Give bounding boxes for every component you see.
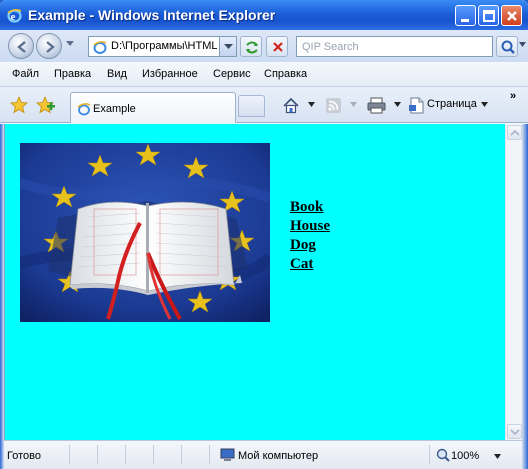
minimize-button[interactable] xyxy=(455,5,476,26)
tab-example[interactable]: Example xyxy=(70,92,236,123)
scroll-down-button[interactable] xyxy=(507,424,522,439)
menu-view[interactable]: Вид xyxy=(107,68,127,80)
link-book[interactable]: Book xyxy=(290,198,330,217)
zoom-icon[interactable] xyxy=(436,448,450,462)
print-dropdown[interactable] xyxy=(394,102,401,108)
page-icon[interactable] xyxy=(408,97,425,114)
window-frame-right xyxy=(522,124,528,469)
status-divider xyxy=(429,445,430,464)
home-icon[interactable] xyxy=(282,97,300,114)
browser-window: e Example - Windows Internet Explorer D:… xyxy=(0,0,528,469)
new-tab-button[interactable] xyxy=(238,95,265,117)
menu-favorites[interactable]: Избранное xyxy=(142,68,198,80)
print-icon[interactable] xyxy=(367,97,386,114)
link-list: Book House Dog Cat xyxy=(290,198,330,274)
status-divider xyxy=(97,445,98,464)
title-bar: e Example - Windows Internet Explorer xyxy=(0,0,528,30)
search-icon xyxy=(501,40,515,54)
search-input[interactable] xyxy=(297,37,492,56)
refresh-button[interactable] xyxy=(240,36,262,57)
page-menu-label[interactable]: Страница xyxy=(427,98,477,110)
window-title: Example - Windows Internet Explorer xyxy=(28,7,276,23)
recent-pages-dropdown[interactable] xyxy=(66,41,74,47)
status-text: Готово xyxy=(7,450,41,462)
tab-command-bar: Example Страница » xyxy=(0,87,528,123)
search-button[interactable] xyxy=(496,36,518,57)
home-dropdown[interactable] xyxy=(308,102,315,108)
refresh-icon xyxy=(246,41,258,54)
forward-button[interactable] xyxy=(36,33,62,59)
search-options-dropdown[interactable] xyxy=(519,42,526,48)
forward-arrow-icon xyxy=(46,41,55,53)
back-button[interactable] xyxy=(8,33,34,59)
svg-text:e: e xyxy=(11,11,16,23)
zoom-dropdown[interactable] xyxy=(494,454,501,460)
menu-file[interactable]: Файл xyxy=(12,68,39,80)
minimize-icon xyxy=(461,19,469,22)
favorites-star-icon[interactable] xyxy=(10,96,28,114)
page-dropdown[interactable] xyxy=(481,102,488,108)
chevron-down-icon xyxy=(510,429,520,436)
scroll-up-button[interactable] xyxy=(507,125,522,140)
ie-logo-icon: e xyxy=(7,8,22,23)
toolbar-overflow-chevron[interactable]: » xyxy=(510,90,516,102)
link-cat[interactable]: Cat xyxy=(290,255,330,274)
computer-icon xyxy=(220,448,235,461)
status-divider xyxy=(153,445,154,464)
maximize-icon xyxy=(483,10,495,22)
status-bar: Готово Мой компьютер 100% xyxy=(4,440,522,469)
menu-help[interactable]: Справка xyxy=(264,68,307,80)
address-toolbar: D:\Программы\HTML\ xyxy=(0,30,528,62)
menu-tools[interactable]: Сервис xyxy=(213,68,251,80)
stop-icon xyxy=(273,42,283,52)
ie-page-icon xyxy=(77,103,91,116)
tab-label: Example xyxy=(93,103,136,115)
search-box[interactable] xyxy=(296,36,493,57)
status-divider xyxy=(125,445,126,464)
menu-edit[interactable]: Правка xyxy=(54,68,91,80)
back-arrow-icon xyxy=(17,41,26,53)
link-dog[interactable]: Dog xyxy=(290,236,330,255)
maximize-button[interactable] xyxy=(478,5,499,26)
zoom-level[interactable]: 100% xyxy=(451,450,479,462)
menu-bar: Файл Правка Вид Избранное Сервис Справка xyxy=(0,62,528,87)
feeds-icon[interactable] xyxy=(325,97,342,114)
feeds-dropdown[interactable] xyxy=(350,102,357,108)
close-button[interactable] xyxy=(501,5,522,26)
address-bar[interactable]: D:\Программы\HTML\ xyxy=(88,36,237,57)
status-divider xyxy=(209,445,210,464)
vertical-scrollbar[interactable] xyxy=(505,124,522,440)
ie-page-icon xyxy=(93,41,107,54)
address-url[interactable]: D:\Программы\HTML\ xyxy=(111,40,217,52)
link-house[interactable]: House xyxy=(290,217,330,236)
security-zone[interactable]: Мой компьютер xyxy=(238,450,318,462)
status-divider xyxy=(69,445,70,464)
close-icon xyxy=(507,11,517,21)
page-content: Book House Dog Cat xyxy=(4,124,505,440)
status-divider xyxy=(181,445,182,464)
stop-button[interactable] xyxy=(266,36,288,57)
book-on-eu-flag-image xyxy=(20,143,270,322)
chevron-down-icon xyxy=(224,44,233,49)
address-dropdown-button[interactable] xyxy=(219,37,236,56)
add-favorites-icon[interactable] xyxy=(36,96,56,114)
chevron-up-icon xyxy=(510,129,520,136)
